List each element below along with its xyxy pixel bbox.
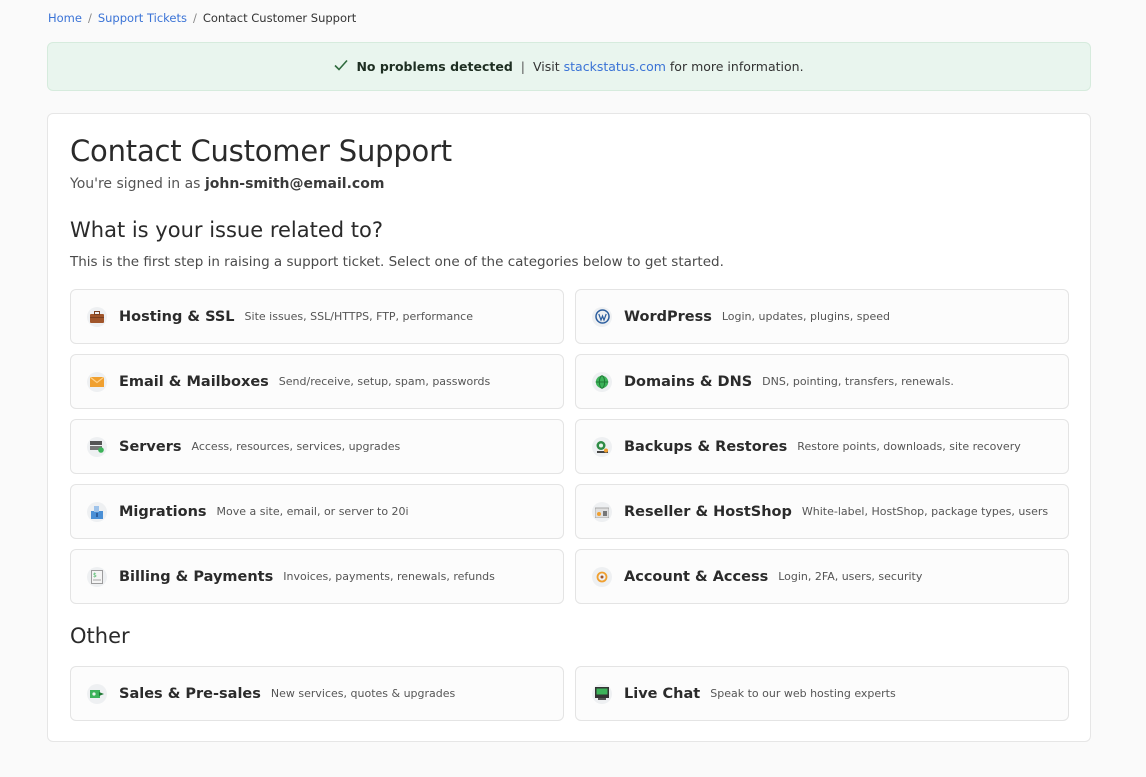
- section-description: This is the first step in raising a supp…: [70, 254, 724, 270]
- category-email-mailboxes[interactable]: Email & Mailboxes Send/receive, setup, s…: [70, 354, 564, 409]
- status-visit-text: Visit: [533, 59, 560, 74]
- category-description: New services, quotes & upgrades: [270, 687, 456, 700]
- checkmark-icon: [334, 59, 349, 74]
- migration-icon: [87, 501, 107, 522]
- status-message: No problems detected: [356, 59, 513, 74]
- category-label: Migrations: [119, 503, 207, 520]
- category-label: Billing & Payments: [119, 568, 274, 585]
- lock-icon: [592, 566, 612, 587]
- category-label: Sales & Pre-sales: [119, 685, 261, 702]
- category-live-chat[interactable]: Live Chat Speak to our web hosting exper…: [575, 666, 1069, 721]
- svg-text:$: $: [93, 572, 97, 579]
- envelope-icon: [87, 371, 107, 392]
- category-label: Reseller & HostShop: [624, 503, 792, 520]
- category-label: Backups & Restores: [624, 438, 788, 455]
- category-label: Hosting & SSL: [119, 308, 235, 325]
- category-label: Servers: [119, 438, 182, 455]
- server-icon: [87, 436, 107, 457]
- category-label: Account & Access: [624, 568, 769, 585]
- category-description: Move a site, email, or server to 20i: [216, 505, 409, 518]
- category-description: Speak to our web hosting experts: [710, 687, 896, 700]
- category-description: Login, 2FA, users, security: [778, 570, 923, 583]
- breadcrumb-tickets-link[interactable]: Support Tickets: [98, 11, 187, 25]
- category-description: Access, resources, services, upgrades: [191, 440, 401, 453]
- invoice-icon: $: [87, 566, 107, 587]
- category-label: Email & Mailboxes: [119, 373, 269, 390]
- signed-in-info: You're signed in as john-smith@email.com: [70, 176, 384, 192]
- globe-icon: [592, 371, 612, 392]
- breadcrumb-separator: /: [192, 11, 197, 25]
- category-sales-presales[interactable]: Sales & Pre-sales New services, quotes &…: [70, 666, 564, 721]
- category-description: Invoices, payments, renewals, refunds: [283, 570, 495, 583]
- category-domains-dns[interactable]: Domains & DNS DNS, pointing, transfers, …: [575, 354, 1069, 409]
- breadcrumb-current: Contact Customer Support: [202, 11, 357, 25]
- section-title: What is your issue related to?: [70, 218, 384, 242]
- category-label: WordPress: [624, 308, 712, 325]
- category-description: White-label, HostShop, package types, us…: [801, 505, 1049, 518]
- category-account-access[interactable]: Account & Access Login, 2FA, users, secu…: [575, 549, 1069, 604]
- breadcrumb-home-link[interactable]: Home: [48, 11, 82, 25]
- chat-icon: [592, 683, 612, 704]
- status-divider: |: [520, 59, 525, 74]
- category-backups-restores[interactable]: Backups & Restores Restore points, downl…: [575, 419, 1069, 474]
- briefcase-icon: [87, 306, 107, 327]
- status-link[interactable]: stackstatus.com: [564, 59, 666, 74]
- status-banner: No problems detected | Visit stackstatus…: [47, 42, 1091, 91]
- category-label: Domains & DNS: [624, 373, 753, 390]
- category-description: Site issues, SSL/HTTPS, FTP, performance: [244, 310, 473, 323]
- category-migrations[interactable]: Migrations Move a site, email, or server…: [70, 484, 564, 539]
- signed-in-prefix: You're signed in as: [70, 176, 201, 192]
- other-section-title: Other: [70, 624, 130, 648]
- page-title: Contact Customer Support: [70, 134, 452, 168]
- sales-icon: [87, 683, 107, 704]
- category-description: Login, updates, plugins, speed: [721, 310, 890, 323]
- category-label: Live Chat: [624, 685, 701, 702]
- support-card: Contact Customer Support You're signed i…: [47, 113, 1091, 742]
- category-billing-payments[interactable]: $ Billing & Payments Invoices, payments,…: [70, 549, 564, 604]
- category-description: Restore points, downloads, site recovery: [797, 440, 1021, 453]
- user-email: john-smith@email.com: [204, 176, 385, 192]
- category-description: Send/receive, setup, spam, passwords: [278, 375, 491, 388]
- category-reseller-hostshop[interactable]: Reseller & HostShop White-label, HostSho…: [575, 484, 1069, 539]
- breadcrumb-separator: /: [87, 11, 92, 25]
- category-hosting-ssl[interactable]: Hosting & SSL Site issues, SSL/HTTPS, FT…: [70, 289, 564, 344]
- breadcrumb: Home / Support Tickets / Contact Custome…: [48, 11, 356, 25]
- category-wordpress[interactable]: WordPress Login, updates, plugins, speed: [575, 289, 1069, 344]
- backup-icon: [592, 436, 612, 457]
- reseller-icon: [592, 501, 612, 522]
- wordpress-icon: [592, 306, 612, 327]
- category-servers[interactable]: Servers Access, resources, services, upg…: [70, 419, 564, 474]
- category-description: DNS, pointing, transfers, renewals.: [762, 375, 954, 388]
- status-after-text: for more information.: [669, 59, 804, 74]
